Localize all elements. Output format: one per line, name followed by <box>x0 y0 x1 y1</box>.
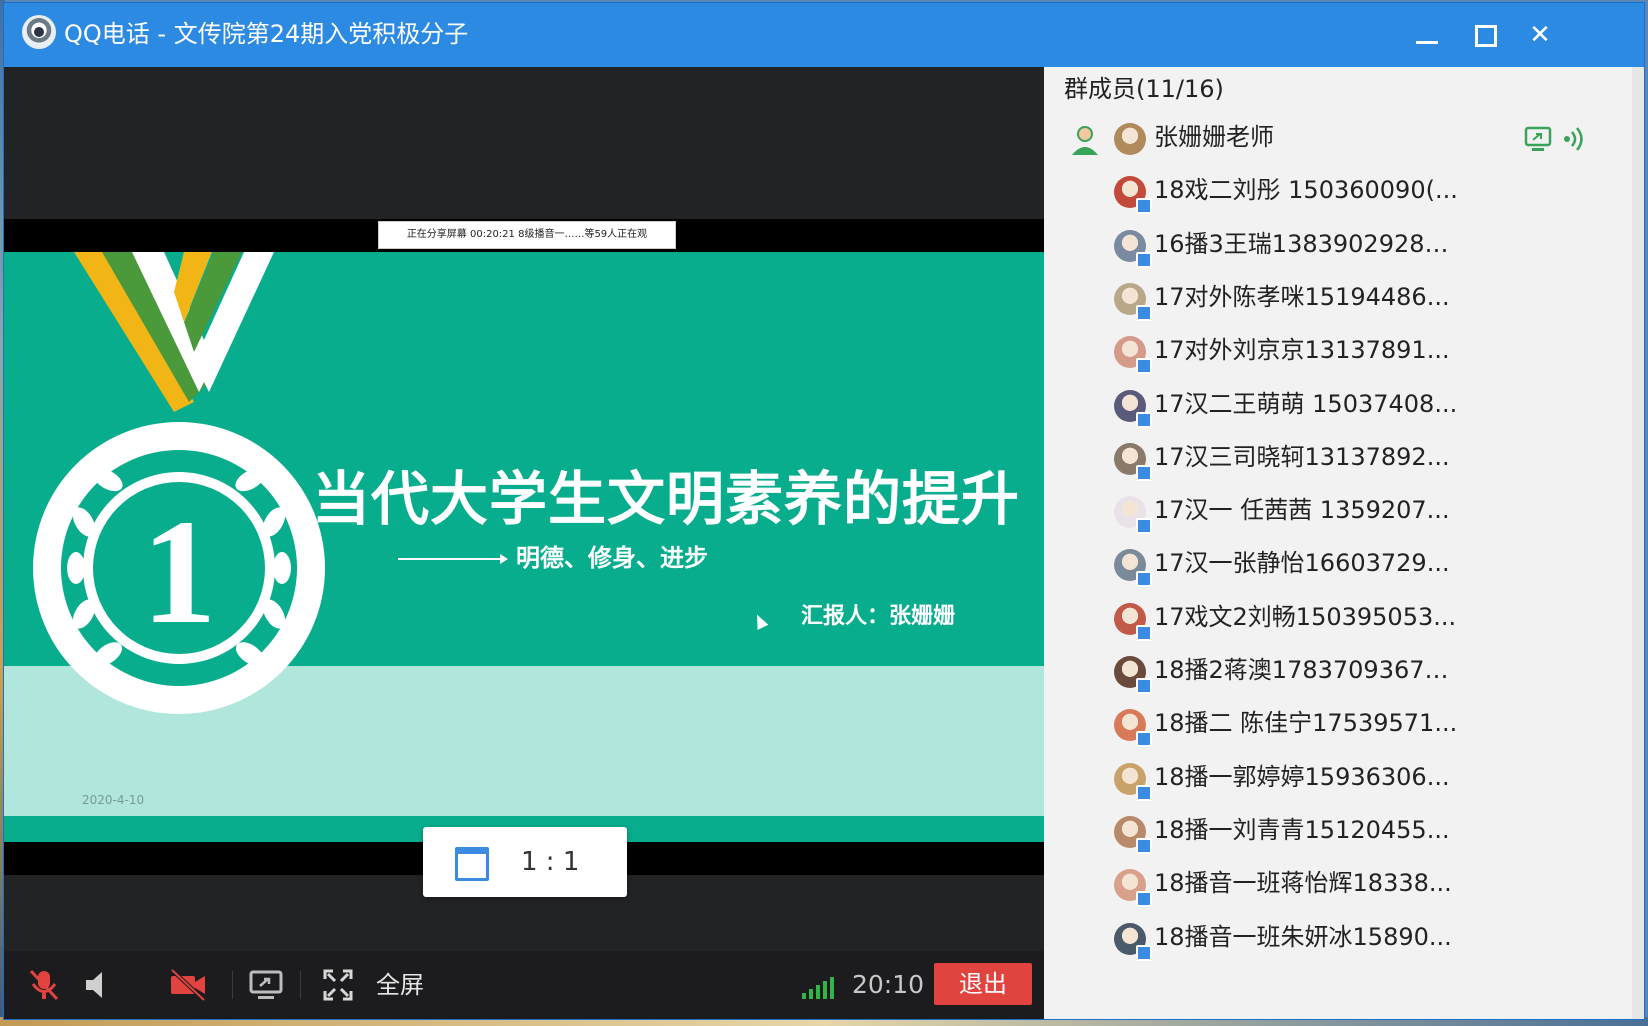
member-name: 17对外陈孝咪15194486... <box>1154 282 1450 311</box>
window-ratio-icon <box>455 847 489 881</box>
speaking-audio-icon <box>1564 127 1583 151</box>
mobile-device-badge-icon <box>1136 571 1152 588</box>
medal-graphic: 1 <box>33 252 325 714</box>
member-name: 18戏二刘彤 150360090(... <box>1154 176 1458 205</box>
share-screen-icon[interactable] <box>248 967 284 1003</box>
member-row[interactable]: 18戏二刘彤 150360090(... <box>1044 162 1644 218</box>
mobile-device-badge-icon <box>1136 944 1152 961</box>
member-count-title: 群成员(11/16) <box>1064 75 1224 103</box>
ratio-label: 1 : 1 <box>521 847 580 877</box>
mobile-device-badge-icon <box>1136 784 1152 801</box>
subtitle-arrow-icon <box>398 554 508 564</box>
member-scrollbar[interactable] <box>1632 67 1644 1019</box>
mobile-device-badge-icon <box>1136 731 1152 748</box>
qq-app-icon <box>22 15 56 49</box>
ratio-toggle-button[interactable]: 1 : 1 <box>423 827 627 897</box>
member-row[interactable]: 18播一刘青青15120455... <box>1044 802 1644 858</box>
member-name: 18播音一班朱妍冰15890... <box>1154 922 1452 951</box>
toolbar-separator <box>232 971 233 999</box>
member-name: 17对外刘京京13137891... <box>1154 336 1450 365</box>
call-toolbar: 全屏 20:10 退出 <box>4 951 1044 1019</box>
member-row[interactable]: 18播二 陈佳宁17539571... <box>1044 695 1644 751</box>
presentation-slide: 1 当代大学生文明素养的提升 明德、修身、进步 汇报人：张姗姗 2020-4-1… <box>4 252 1044 842</box>
member-row[interactable]: 17对外陈孝咪15194486... <box>1044 269 1644 325</box>
mobile-device-badge-icon <box>1136 251 1152 268</box>
signal-icon <box>802 971 840 999</box>
video-top-band <box>4 67 1044 219</box>
slide-date: 2020-4-10 <box>82 793 145 807</box>
toolbar-separator <box>300 971 301 999</box>
member-row[interactable]: 17汉一 任茜茜 1359207... <box>1044 482 1644 538</box>
member-row[interactable]: 17对外刘京京13137891... <box>1044 322 1644 378</box>
member-name: 18播二 陈佳宁17539571... <box>1154 709 1458 738</box>
minimize-icon[interactable] <box>1406 17 1446 53</box>
mobile-device-badge-icon <box>1136 358 1152 375</box>
member-row[interactable]: 17戏文2刘畅150395053... <box>1044 589 1644 645</box>
mobile-device-badge-icon <box>1136 411 1152 428</box>
shared-screen-area[interactable]: 正在分享屏幕 00:20:21 8级播音一……等59人正在观 1 当代大学生文明… <box>4 67 1044 951</box>
mobile-device-badge-icon <box>1136 198 1152 215</box>
mobile-device-badge-icon <box>1136 518 1152 535</box>
member-row[interactable]: 17汉三司晓轲13137892... <box>1044 429 1644 485</box>
mobile-device-badge-icon <box>1136 624 1152 641</box>
member-panel: 群成员(11/16) 张姗姗老师 18戏二刘彤 150360090(... 16播3… <box>1044 67 1644 1019</box>
window-title: QQ电话 - 文传院第24期入党积极分子 <box>64 20 469 48</box>
fullscreen-button-label[interactable]: 全屏 <box>376 965 424 1005</box>
member-name: 16播3王瑞1383902928… <box>1154 229 1449 258</box>
member-row[interactable]: 18播音一班朱妍冰15890... <box>1044 909 1644 965</box>
call-duration: 20:10 <box>852 970 925 999</box>
mobile-device-badge-icon <box>1136 678 1152 694</box>
member-name: 17汉三司晓轲13137892... <box>1154 442 1450 471</box>
slide-subtitle: 明德、修身、进步 <box>516 544 708 572</box>
mobile-device-badge-icon <box>1136 464 1152 481</box>
member-name: 18播一郭婷婷15936306... <box>1154 762 1450 791</box>
sharing-screen-status-icon <box>1524 126 1552 151</box>
member-row[interactable]: 17汉二王萌萌 15037408... <box>1044 376 1644 432</box>
member-avatar <box>1114 123 1146 155</box>
member-row[interactable]: 18播2蒋澳1783709367… <box>1044 642 1644 698</box>
maximize-icon[interactable] <box>1464 17 1504 53</box>
speaker-icon[interactable] <box>82 967 118 1003</box>
mouse-cursor-icon <box>751 612 769 630</box>
mobile-device-badge-icon <box>1136 891 1152 908</box>
close-icon[interactable]: ✕ <box>1520 17 1560 53</box>
member-row[interactable]: 18播音一班蒋怡辉18338... <box>1044 855 1644 911</box>
member-row[interactable]: 17汉一张静怡16603729... <box>1044 535 1644 591</box>
host-user-icon <box>1072 126 1098 155</box>
medal-number: 1 <box>142 489 217 655</box>
camera-off-icon[interactable] <box>168 967 208 1003</box>
member-name: 18播音一班蒋怡辉18338... <box>1154 869 1452 898</box>
slide-title: 当代大学生文明素养的提升 <box>312 465 1021 533</box>
title-bar[interactable]: QQ电话 - 文传院第24期入党积极分子 ✕ <box>4 3 1644 67</box>
member-name: 18播一刘青青15120455... <box>1154 815 1450 844</box>
member-row[interactable]: 张姗姗老师 <box>1044 109 1644 165</box>
mobile-device-badge-icon <box>1136 837 1152 854</box>
member-row[interactable]: 16播3王瑞1383902928… <box>1044 216 1644 272</box>
member-row[interactable]: 18播一郭婷婷15936306... <box>1044 749 1644 805</box>
mobile-device-badge-icon <box>1136 304 1152 321</box>
member-name: 17汉一 任茜茜 1359207... <box>1154 496 1450 525</box>
fullscreen-icon[interactable] <box>322 967 354 1003</box>
exit-button[interactable]: 退出 <box>934 963 1032 1005</box>
member-name: 17汉一张静怡16603729... <box>1154 549 1450 578</box>
mic-muted-icon[interactable] <box>26 967 62 1003</box>
member-name: 17戏文2刘畅150395053... <box>1154 602 1457 631</box>
member-name: 18播2蒋澳1783709367… <box>1154 656 1449 684</box>
member-name: 17汉二王萌萌 15037408... <box>1154 389 1458 418</box>
screen-share-status-bar: 正在分享屏幕 00:20:21 8级播音一……等59人正在观 <box>378 221 676 249</box>
qq-call-window: QQ电话 - 文传院第24期入党积极分子 ✕ 正在分享屏幕 00:20:21 8… <box>4 3 1644 1019</box>
member-name: 张姗姗老师 <box>1154 123 1274 151</box>
slide-reporter: 汇报人：张姗姗 <box>801 604 956 629</box>
